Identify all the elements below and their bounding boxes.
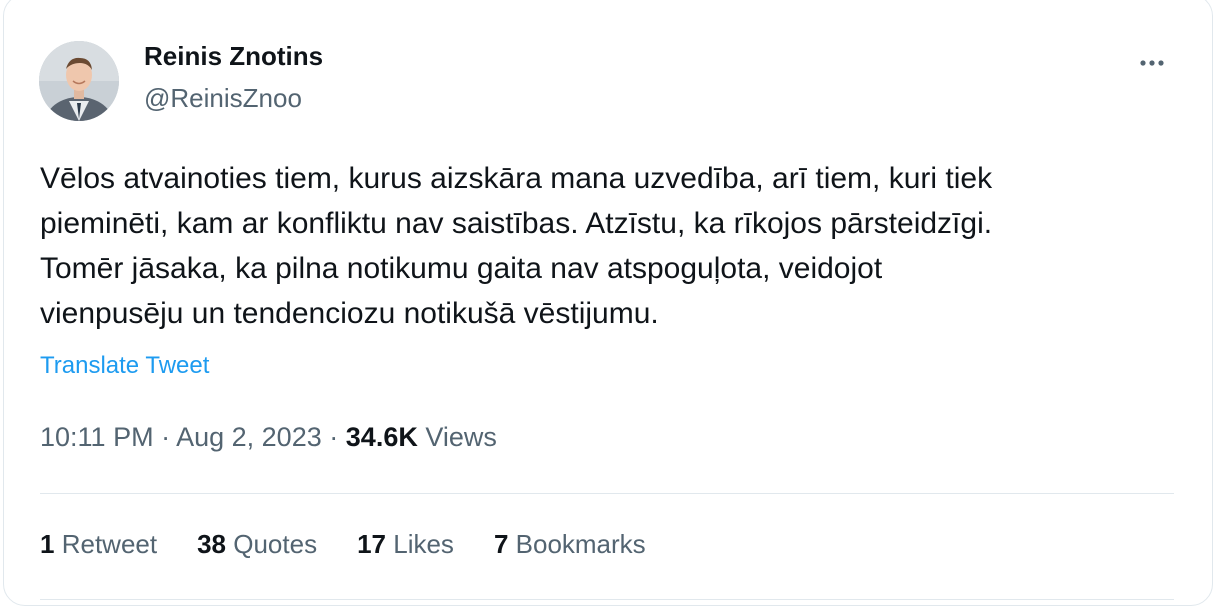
tweet-meta: 10:11 PM · Aug 2, 2023 · 34.6K Views xyxy=(40,421,497,453)
profile-photo-image xyxy=(39,41,119,121)
quotes-label: Quotes xyxy=(233,529,318,559)
translate-tweet-link[interactable]: Translate Tweet xyxy=(40,351,209,381)
tweet-text-line: Vēlos atvainoties tiem, kurus aizskāra m… xyxy=(40,162,993,195)
retweets-label: Retweet xyxy=(61,529,158,559)
tweet-text-line: vienpusēju un tendenciozu notikušā vēsti… xyxy=(40,297,659,330)
bookmarks-label: Bookmarks xyxy=(515,529,646,559)
views-count: 34.6K xyxy=(345,422,418,452)
avatar[interactable] xyxy=(39,41,119,121)
quotes-count: 38 xyxy=(197,529,227,559)
tweet-date[interactable]: Aug 2, 2023 xyxy=(176,422,322,452)
meta-separator: · xyxy=(161,422,171,452)
likes-count: 17 xyxy=(357,529,386,559)
tweet-time[interactable]: 10:11 PM xyxy=(40,422,154,452)
tweet-text-line: pieminēti, kam ar konfliktu nav saistība… xyxy=(40,207,993,240)
meta-separator: · xyxy=(329,422,339,452)
likes-label: Likes xyxy=(393,529,454,559)
engagement-stats: 1 Retweet 38 Quotes 17 Likes 7 Bookmarks xyxy=(40,528,686,560)
views-label: Views xyxy=(425,422,497,452)
author-name[interactable]: Reinis Znotins xyxy=(144,40,323,72)
author-handle[interactable]: @ReinisZnoo xyxy=(144,82,302,114)
tweet-text-line: Tomēr jāsaka, ka pilna notikumu gaita na… xyxy=(40,252,883,285)
retweets-count: 1 xyxy=(40,529,55,559)
bookmarks-count: 7 xyxy=(493,529,509,559)
retweets-stat[interactable]: 1 Retweet xyxy=(40,528,157,560)
likes-stat[interactable]: 17 Likes xyxy=(357,528,454,560)
tweet-text: Vēlos atvainoties tiem, kurus aizskāra m… xyxy=(40,156,1180,336)
tweet-card: Reinis Znotins @ReinisZnoo Vēlos atvaino… xyxy=(3,0,1213,606)
bookmarks-stat[interactable]: 7 Bookmarks xyxy=(494,528,646,560)
more-options-icon[interactable] xyxy=(1134,53,1170,73)
divider xyxy=(40,493,1174,494)
quotes-stat[interactable]: 38 Quotes xyxy=(197,528,317,560)
